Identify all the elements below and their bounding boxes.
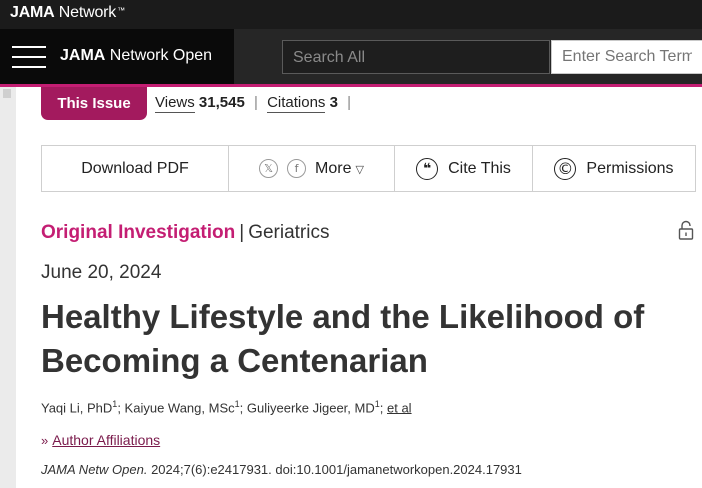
left-scroll-gutter[interactable] bbox=[0, 87, 16, 488]
chevron-right-icon: » bbox=[41, 433, 49, 448]
journal-header: JAMA Network Open Search All bbox=[0, 29, 702, 84]
permissions-label: Permissions bbox=[586, 159, 674, 177]
views-count: 31,545 bbox=[198, 94, 245, 111]
journal-name-bold: JAMA bbox=[60, 47, 106, 64]
article-subject[interactable]: Geriatrics bbox=[248, 222, 329, 243]
x-icon[interactable]: 𝕏 bbox=[259, 159, 279, 178]
et-al-link[interactable]: et al bbox=[387, 400, 412, 415]
search-scope-select[interactable]: Search All bbox=[282, 40, 550, 74]
author-separator: ; bbox=[117, 400, 125, 416]
author-name[interactable]: Guliyeerke Jigeer, MD bbox=[247, 400, 375, 415]
article-citation: JAMA Netw Open. 2024;7(6):e2417931. doi:… bbox=[41, 462, 522, 477]
quote-icon: ❝ bbox=[416, 157, 439, 180]
views-label: Views bbox=[155, 94, 195, 111]
more-button[interactable]: More ▽ bbox=[315, 160, 364, 178]
author-separator: ; bbox=[239, 400, 247, 416]
download-pdf-label: Download PDF bbox=[81, 159, 189, 177]
author-name[interactable]: Kaiyue Wang, MSc bbox=[125, 400, 235, 415]
share-group: 𝕏 f More ▽ bbox=[229, 146, 395, 191]
article-type-separator: | bbox=[239, 222, 245, 243]
author-name[interactable]: Yaqi Li, PhD bbox=[41, 400, 112, 415]
journal-name-rest: Network Open bbox=[105, 47, 213, 64]
metrics-separator: | bbox=[253, 94, 258, 111]
citation-journal: JAMA Netw Open. bbox=[41, 462, 148, 477]
author-affiliations-toggle[interactable]: » Author Affiliations bbox=[41, 432, 160, 448]
citations-label: Citations bbox=[267, 94, 326, 111]
logo-rest: Network bbox=[54, 4, 117, 21]
facebook-icon[interactable]: f bbox=[287, 159, 307, 178]
citations-count: 3 bbox=[329, 94, 338, 111]
logo-bold: JAMA bbox=[10, 4, 55, 21]
views-link[interactable]: Views bbox=[155, 94, 195, 113]
journal-brand: JAMA Network Open bbox=[0, 29, 234, 84]
scroll-nub[interactable] bbox=[3, 89, 11, 98]
journal-name[interactable]: JAMA Network Open bbox=[60, 47, 212, 65]
hamburger-icon[interactable] bbox=[12, 45, 46, 69]
metrics-separator-end: | bbox=[347, 94, 352, 111]
author-affiliations-label: Author Affiliations bbox=[52, 432, 161, 448]
this-issue-tab[interactable]: This Issue bbox=[41, 87, 147, 120]
permissions-button[interactable]: © Permissions bbox=[533, 146, 695, 191]
chevron-down-icon: ▽ bbox=[355, 163, 364, 176]
download-pdf-button[interactable]: Download PDF bbox=[42, 146, 229, 191]
citation-details: 2024;7(6):e2417931. doi:10.1001/jamanetw… bbox=[147, 462, 522, 477]
publication-date: June 20, 2024 bbox=[41, 262, 162, 283]
network-bar: JAMA Network™ bbox=[0, 0, 702, 29]
article-type-line: Original Investigation | Geriatrics bbox=[41, 222, 329, 244]
article-type[interactable]: Original Investigation bbox=[41, 222, 235, 243]
unlock-icon bbox=[678, 220, 694, 240]
article-metrics: Views 31,545 | Citations 3 | bbox=[155, 94, 356, 113]
more-label: More bbox=[315, 159, 352, 177]
search-input[interactable] bbox=[551, 40, 702, 74]
author-list: Yaqi Li, PhD1; Kaiyue Wang, MSc1; Guliye… bbox=[41, 399, 412, 415]
copyright-icon: © bbox=[554, 157, 577, 180]
logo-tm: ™ bbox=[117, 6, 125, 15]
cite-this-label: Cite This bbox=[448, 159, 511, 177]
cite-this-button[interactable]: ❝ Cite This bbox=[395, 146, 533, 191]
citations-link[interactable]: Citations bbox=[267, 94, 326, 113]
jama-network-logo[interactable]: JAMA Network™ bbox=[10, 4, 125, 22]
article-title: Healthy Lifestyle and the Likelihood of … bbox=[41, 298, 645, 379]
article-toolbar: Download PDF 𝕏 f More ▽ ❝ Cite This © Per… bbox=[41, 145, 696, 192]
author-separator: ; bbox=[379, 400, 387, 416]
